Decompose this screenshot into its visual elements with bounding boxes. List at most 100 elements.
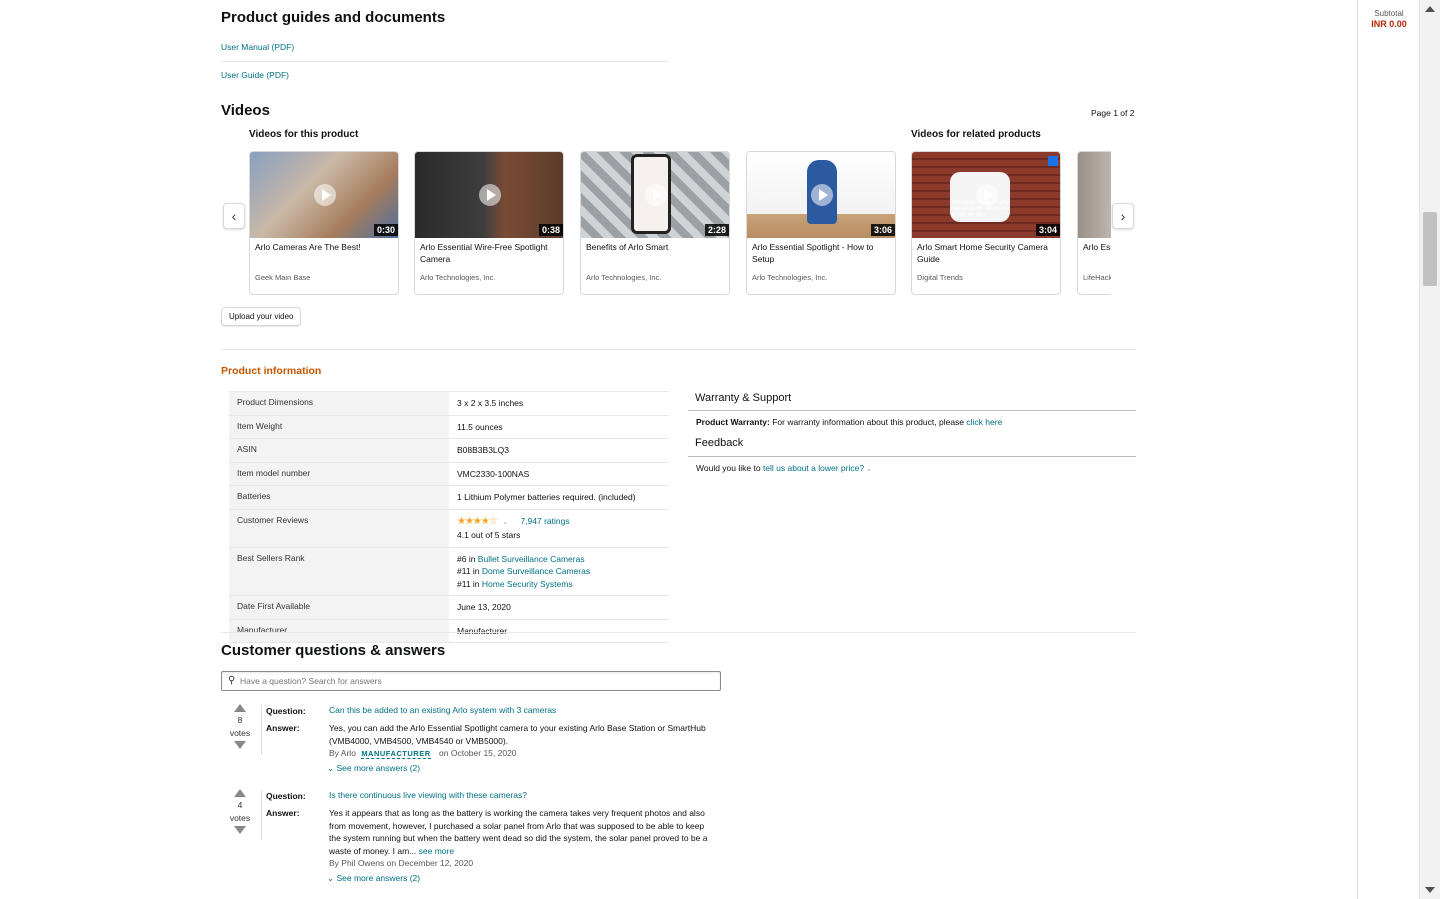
upvote-icon[interactable]: [234, 789, 246, 797]
row-key: Manufacturer: [229, 619, 449, 642]
downvote-icon[interactable]: [234, 826, 246, 834]
video-duration: 0:30: [373, 224, 398, 236]
answer-text: Yes, you can add the Arlo Essential Spot…: [329, 723, 706, 746]
play-icon: [645, 184, 667, 206]
ratings-count-link[interactable]: 7,947 ratings: [520, 516, 569, 526]
row-value: 3 x 2 x 3.5 inches: [457, 398, 524, 408]
video-thumbnail: Arlo Smart Home security camera guide: W…: [912, 152, 1060, 238]
scroll-up-icon[interactable]: [1425, 6, 1435, 12]
rank-number: #11 in: [457, 578, 482, 589]
vote-count: 4: [237, 800, 243, 810]
answer-label: Answer:: [266, 808, 300, 818]
downvote-icon[interactable]: [234, 741, 246, 749]
video-duration: 3:06: [870, 224, 895, 236]
user-guide-link[interactable]: User Guide (PDF): [221, 70, 289, 80]
video-card[interactable]: 2:28 Benefits of Arlo Smart Arlo Technol…: [580, 151, 730, 295]
row-value: ★★★★☆ ⌄ 7,947 ratings 4.1 out of 5 stars: [449, 510, 669, 547]
warranty-description: For warranty information about this prod…: [769, 417, 967, 427]
video-title: Arlo Essential Camera: [1083, 242, 1111, 252]
play-icon: [314, 184, 336, 206]
rank-category-link[interactable]: Dome Surveillance Cameras: [482, 566, 590, 576]
scroll-down-icon[interactable]: [1425, 887, 1435, 893]
warranty-text: Product Warranty: For warranty informati…: [696, 417, 1002, 427]
video-duration: 3:04: [1035, 224, 1060, 236]
user-manual-link[interactable]: User Manual (PDF): [221, 42, 294, 52]
vote-widget: 4 votes: [220, 789, 260, 834]
upload-video-button[interactable]: Upload your video: [221, 307, 302, 326]
search-icon: ⚲: [228, 675, 236, 686]
row-key: Customer Reviews: [229, 509, 449, 547]
qa-search-input[interactable]: [240, 674, 710, 688]
video-author: Arlo Technologies, Inc.: [586, 273, 662, 282]
play-icon: [976, 184, 998, 206]
video-thumbnail: 2:28: [581, 152, 729, 238]
see-more-link[interactable]: see more: [419, 846, 454, 856]
subtotal-label: Subtotal: [1374, 9, 1404, 18]
warranty-link[interactable]: click here: [966, 417, 1002, 427]
row-key: ASIN: [229, 439, 449, 462]
rank-category-link[interactable]: Bullet Surveillance Cameras: [478, 554, 585, 564]
row-key: Date First Available: [229, 596, 449, 619]
divider: [221, 349, 1136, 350]
rank-number: #6 in: [457, 553, 478, 564]
qa-title: Customer questions & answers: [221, 642, 446, 659]
row-key: Batteries: [229, 486, 449, 509]
chevron-down-icon[interactable]: ⌄: [502, 519, 508, 526]
answer-text: Yes it appears that as long as the batte…: [329, 807, 717, 857]
video-title: Arlo Essential Wire-Free Spotlight Camer…: [420, 242, 548, 264]
page-scrollbar[interactable]: [1419, 0, 1440, 899]
video-title: Arlo Cameras Are The Best!: [255, 242, 361, 252]
rank-number: #11 in: [457, 566, 482, 576]
product-info-title: Product information: [221, 365, 322, 377]
answer-date: on October 15, 2020: [439, 748, 517, 758]
video-card[interactable]: 0:30 Arlo Cameras Are The Best! Geek Mai…: [249, 151, 399, 295]
feedback-prompt: Would you like to: [696, 463, 763, 473]
divider: [221, 61, 668, 62]
question-link[interactable]: Can this be added to an existing Arlo sy…: [329, 704, 556, 717]
video-card[interactable]: Arlo Smart Home security camera guide: W…: [911, 151, 1061, 295]
guides-title: Product guides and documents: [221, 9, 446, 26]
row-key: Best Sellers Rank: [229, 547, 449, 595]
upvote-icon[interactable]: [234, 704, 246, 712]
video-duration: 2:28: [704, 224, 729, 236]
table-row: Customer Reviews ★★★★☆ ⌄ 7,947 ratings 4…: [229, 509, 669, 548]
question-label: Question:: [266, 706, 306, 716]
divider: [688, 456, 1136, 457]
qa-search-box[interactable]: ⚲: [221, 671, 721, 691]
videos-for-product-heading: Videos for this product: [249, 129, 359, 140]
videos-next-button[interactable]: ›: [1112, 203, 1134, 229]
row-value: 1 Lithium Polymer batteries required. (i…: [457, 492, 636, 502]
rank-category-link[interactable]: Home Security Systems: [482, 579, 573, 589]
video-title: Arlo Smart Home Security Camera Guide: [917, 242, 1048, 264]
scrollbar-thumb[interactable]: [1423, 212, 1437, 286]
star-rating-icon[interactable]: ★★★★☆: [457, 516, 498, 527]
table-row: Product Dimensions 3 x 2 x 3.5 inches: [229, 392, 669, 416]
video-card[interactable]: 3:06 Arlo Essential Spotlight - How to S…: [746, 151, 896, 295]
video-author: Digital Trends: [917, 273, 963, 282]
video-card[interactable]: Arlo Essential Camera LifeHacker: [1077, 151, 1111, 295]
feedback-text: Would you like to tell us about a lower …: [696, 463, 872, 473]
table-row: ASIN B08B3B3LQ3: [229, 439, 669, 463]
answer-byline: By Arlo MANUFACTURER on October 15, 2020: [329, 747, 517, 761]
divider: [688, 410, 1136, 411]
question-link[interactable]: Is there continuous live viewing with th…: [329, 789, 527, 802]
manufacturer-badge: MANUFACTURER: [361, 749, 431, 759]
see-more-answers-link[interactable]: ⌄ See more answers (2): [327, 872, 420, 885]
answer-label: Answer:: [266, 723, 300, 733]
video-card[interactable]: 0:38 Arlo Essential Wire-Free Spotlight …: [414, 151, 564, 295]
see-more-answers-link[interactable]: ⌄ See more answers (2): [327, 762, 420, 775]
videos-prev-button[interactable]: ‹: [223, 203, 245, 229]
see-more-answers-label: See more answers (2): [336, 873, 421, 883]
video-author: Arlo Technologies, Inc.: [420, 273, 496, 282]
answer-author: By Arlo: [329, 748, 356, 758]
row-value: June 13, 2020: [457, 602, 511, 612]
row-key: Item Weight: [229, 415, 449, 438]
vote-count: 8: [237, 715, 243, 725]
video-author: Geek Main Base: [255, 273, 311, 282]
table-row: Best Sellers Rank #6 in Bullet Surveilla…: [229, 547, 669, 596]
lower-price-link[interactable]: tell us about a lower price?: [763, 463, 864, 473]
video-thumbnail: 3:06: [747, 152, 895, 238]
videos-carousel: 0:30 Arlo Cameras Are The Best! Geek Mai…: [249, 151, 1111, 296]
video-title: Arlo Essential Spotlight - How to Setup: [752, 242, 874, 264]
vote-label: votes: [229, 813, 251, 823]
